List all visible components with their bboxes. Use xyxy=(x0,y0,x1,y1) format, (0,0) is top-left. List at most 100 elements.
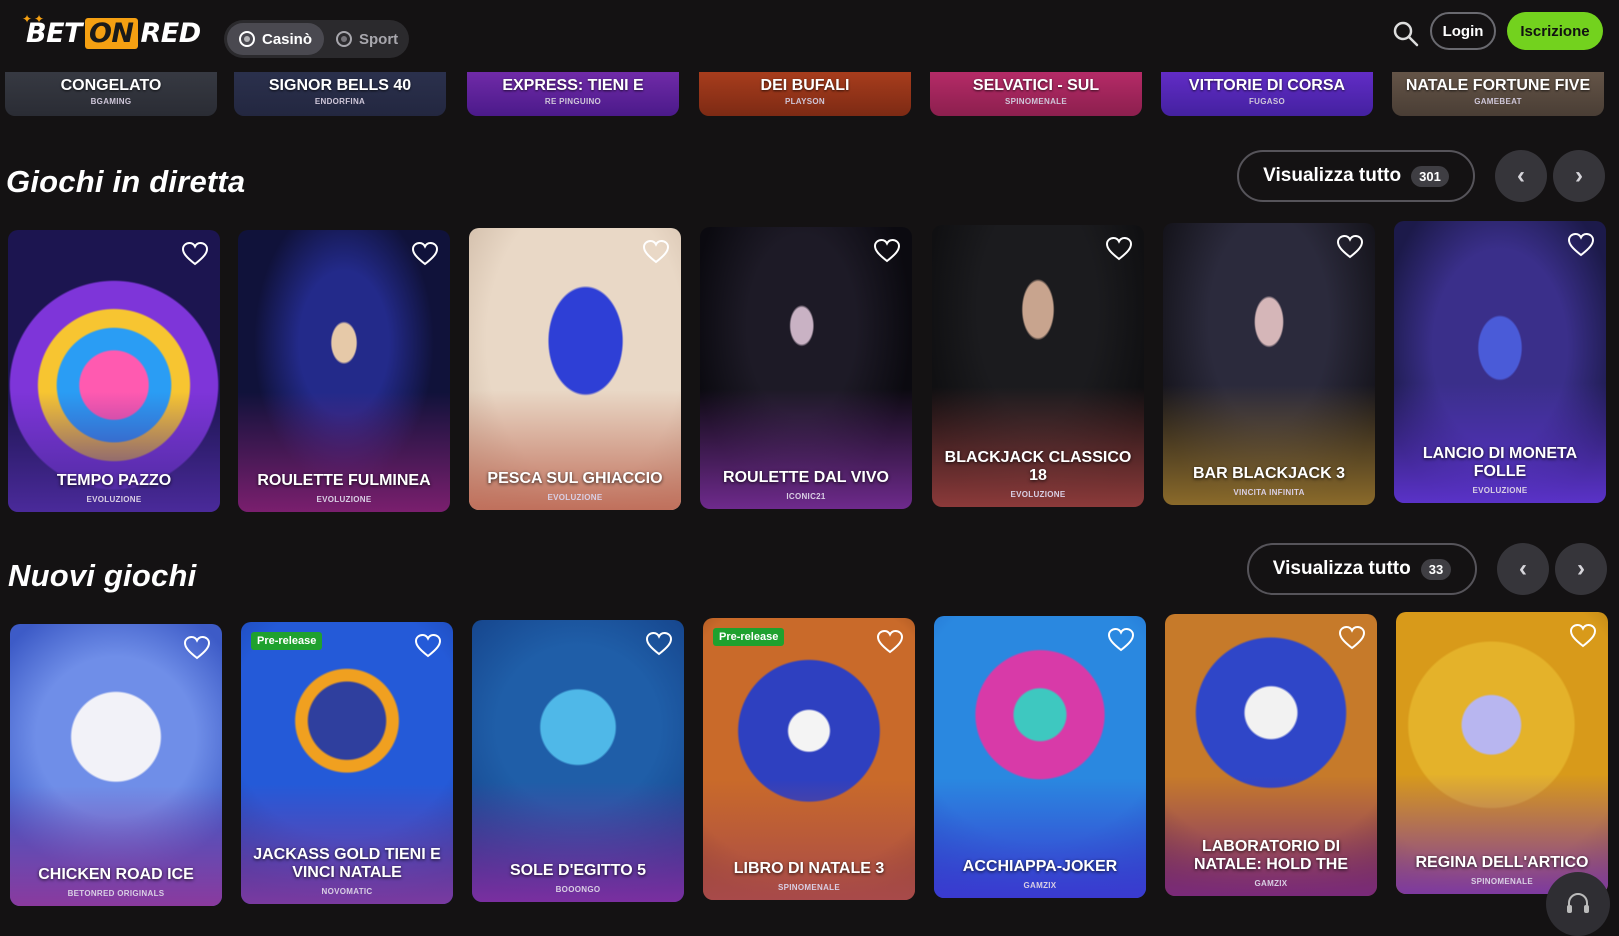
game-card[interactable]: TEMPO PAZZO EVOLUZIONE xyxy=(8,230,220,512)
heart-icon[interactable] xyxy=(877,630,903,654)
heart-icon[interactable] xyxy=(412,242,438,266)
heart-icon[interactable] xyxy=(1108,628,1134,652)
heart-icon[interactable] xyxy=(415,634,441,658)
heart-icon[interactable] xyxy=(1570,624,1596,648)
game-title: CONGELATO xyxy=(60,77,162,94)
game-title: BAR BLACKJACK 3 xyxy=(1192,465,1345,482)
game-provider: SPINOMENALE xyxy=(778,883,840,892)
football-icon xyxy=(336,31,353,47)
game-title: TEMPO PAZZO xyxy=(56,472,172,489)
game-title: SIGNOR BELLS 40 xyxy=(268,77,412,94)
live-view-all-button[interactable]: Visualizza tutto 301 xyxy=(1237,150,1475,202)
game-card[interactable]: LABORATORIO DI NATALE: HOLD THE GAMZIX xyxy=(1165,614,1377,896)
logo-red: RED xyxy=(140,18,202,49)
card-fade xyxy=(934,778,1146,898)
game-provider: ICONIC21 xyxy=(786,492,826,501)
game-title: ACCHIAPPA-JOKER xyxy=(962,858,1118,875)
game-provider: EVOLUZIONE xyxy=(1472,486,1528,495)
heart-icon[interactable] xyxy=(646,632,672,656)
game-card[interactable]: LANCIO DI MONETA FOLLE EVOLUZIONE xyxy=(1394,221,1606,503)
live-prev-arrow[interactable]: ‹ xyxy=(1495,150,1547,202)
heart-icon[interactable] xyxy=(1106,237,1132,261)
tab-sport-label: Sport xyxy=(359,30,399,48)
game-provider: NOVOMATIC xyxy=(321,887,373,896)
card-fade xyxy=(241,784,453,904)
game-provider: BETONRED ORIGINALS xyxy=(67,889,165,898)
heart-icon[interactable] xyxy=(1339,626,1365,650)
casino-chip-icon xyxy=(239,31,255,47)
game-card[interactable]: BLACKJACK CLASSICO 18 EVOLUZIONE xyxy=(932,225,1144,507)
game-provider: EVOLUZIONE xyxy=(1010,490,1066,499)
game-provider: EVOLUZIONE xyxy=(316,495,372,504)
game-provider: GAMZIX xyxy=(1254,879,1288,888)
card-fade xyxy=(1165,776,1377,896)
game-card[interactable]: ROULETTE FULMINEA EVOLUZIONE xyxy=(238,230,450,512)
new-prev-arrow[interactable]: ‹ xyxy=(1497,543,1549,595)
heart-icon[interactable] xyxy=(182,242,208,266)
heart-icon[interactable] xyxy=(184,636,210,660)
section-title-new: Nuovi giochi xyxy=(8,558,197,593)
card-fade xyxy=(1163,385,1375,505)
game-provider: RE PINGUINO xyxy=(544,97,602,106)
game-provider: GAMEBEAT xyxy=(1474,97,1522,106)
game-title: ROULETTE FULMINEA xyxy=(257,472,431,489)
game-provider: EVOLUZIONE xyxy=(86,495,142,504)
game-provider: BOOONGO xyxy=(555,885,601,894)
card-fade xyxy=(1394,383,1606,503)
login-button[interactable]: Login xyxy=(1430,12,1496,50)
game-provider: PLAYSON xyxy=(784,97,826,106)
search-icon[interactable] xyxy=(1391,19,1421,49)
game-title: ROULETTE DAL VIVO xyxy=(723,469,889,486)
card-fade xyxy=(932,387,1144,507)
game-card[interactable]: ROULETTE DAL VIVO ICONIC21 xyxy=(700,227,912,509)
game-card[interactable]: BAR BLACKJACK 3 VINCITA INFINITA xyxy=(1163,223,1375,505)
new-next-arrow[interactable]: › xyxy=(1555,543,1607,595)
logo-on: ON xyxy=(84,18,138,49)
game-provider: EVOLUZIONE xyxy=(547,493,603,502)
card-fade xyxy=(10,786,222,906)
tab-casino[interactable]: Casinò xyxy=(227,23,325,55)
logo-sparkles-icon: ✦✦ xyxy=(22,12,47,26)
pre-release-badge: Pre-release xyxy=(251,632,323,650)
game-card[interactable]: Pre-release JACKASS GOLD TIENI E VINCI N… xyxy=(241,622,453,904)
heart-icon[interactable] xyxy=(1568,233,1594,257)
header: ✦✦ BET ON RED Casinò Sport Login Iscrizi… xyxy=(0,0,1619,72)
game-title: EXPRESS: TIENI E xyxy=(502,77,644,94)
card-fade xyxy=(8,392,220,512)
game-card[interactable]: Pre-release LIBRO DI NATALE 3 SPINOMENAL… xyxy=(703,618,915,900)
game-provider: SPINOMENALE xyxy=(1005,97,1067,106)
game-card[interactable]: ACCHIAPPA-JOKER GAMZIX xyxy=(934,616,1146,898)
game-title: NATALE FORTUNE FIVE xyxy=(1405,77,1591,94)
logo[interactable]: ✦✦ BET ON RED xyxy=(22,12,202,49)
game-card[interactable]: SOLE D'EGITTO 5 BOOONGO xyxy=(472,620,684,902)
signup-button[interactable]: Iscrizione xyxy=(1507,12,1603,50)
game-card[interactable]: REGINA DELL'ARTICO SPINOMENALE xyxy=(1396,612,1608,894)
heart-icon[interactable] xyxy=(643,240,669,264)
live-count-badge: 301 xyxy=(1411,165,1449,187)
game-provider: FUGASO xyxy=(1248,97,1286,106)
game-provider: GAMZIX xyxy=(1023,881,1057,890)
game-provider: VINCITA INFINITA xyxy=(1233,488,1305,497)
chevron-right-icon: › xyxy=(1575,162,1583,189)
new-view-all-button[interactable]: Visualizza tutto 33 xyxy=(1247,543,1477,595)
game-title: VITTORIE DI CORSA xyxy=(1188,77,1346,94)
game-title: CHICKEN ROAD ICE xyxy=(38,866,194,883)
headset-icon xyxy=(1567,893,1589,913)
game-card[interactable]: PESCA SUL GHIACCIO EVOLUZIONE xyxy=(469,228,681,510)
game-title: LABORATORIO DI NATALE: HOLD THE xyxy=(1193,838,1349,873)
tab-sport[interactable]: Sport xyxy=(324,23,410,55)
section-title-live: Giochi in diretta xyxy=(6,164,246,199)
game-card[interactable]: CHICKEN ROAD ICE BETONRED ORIGINALS xyxy=(10,624,222,906)
view-all-label: Visualizza tutto xyxy=(1272,558,1411,579)
game-title: SOLE D'EGITTO 5 xyxy=(510,862,646,879)
heart-icon[interactable] xyxy=(874,239,900,263)
game-title: REGINA DELL'ARTICO xyxy=(1415,854,1589,871)
game-provider: BGAMING xyxy=(90,97,132,106)
support-chat-button[interactable] xyxy=(1546,872,1610,936)
heart-icon[interactable] xyxy=(1337,235,1363,259)
card-fade xyxy=(472,782,684,902)
live-next-arrow[interactable]: › xyxy=(1553,150,1605,202)
game-title: JACKASS GOLD TIENI E VINCI NATALE xyxy=(253,846,441,881)
pre-release-badge: Pre-release xyxy=(713,628,785,646)
game-title: BLACKJACK CLASSICO 18 xyxy=(944,449,1132,484)
